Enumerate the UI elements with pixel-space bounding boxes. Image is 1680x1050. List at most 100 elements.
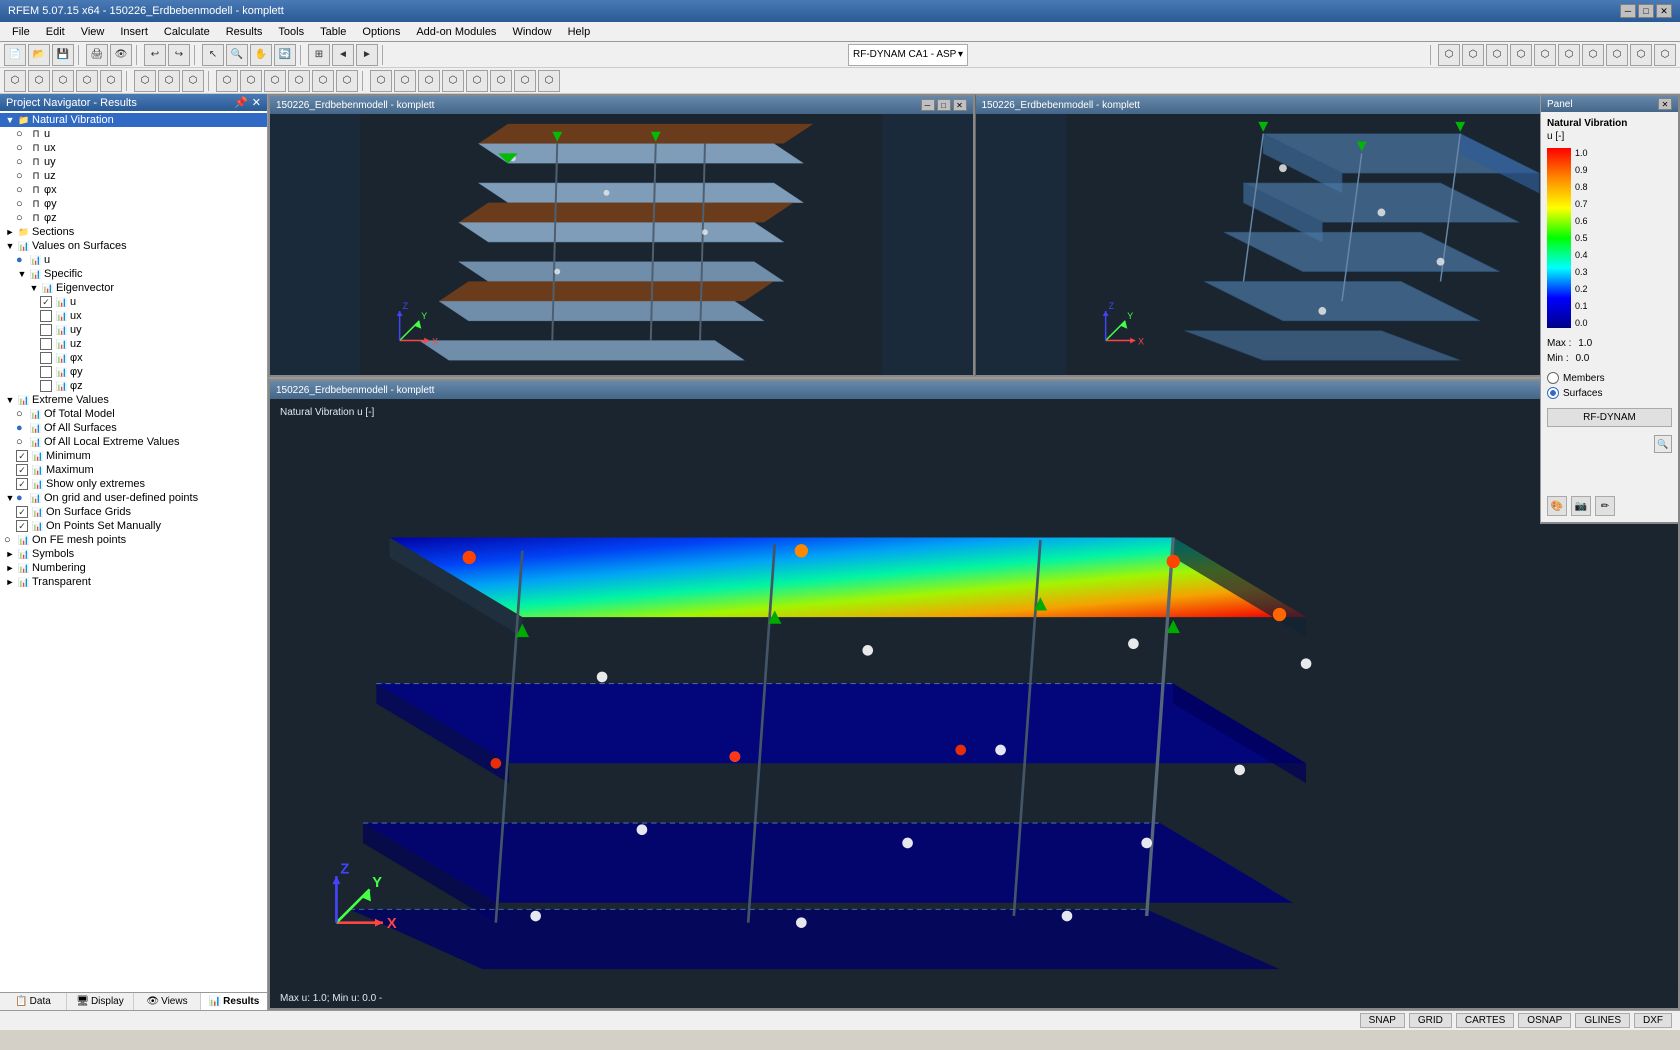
menu-edit[interactable]: Edit (38, 24, 73, 40)
tb2-b6[interactable]: ⬡ (134, 70, 156, 92)
panel-radio-surfaces[interactable]: Surfaces (1547, 387, 1672, 399)
tree-values-surfaces[interactable]: ▼ 📊 Values on Surfaces (0, 239, 267, 253)
tree-eigenvector[interactable]: ▼ 📊 Eigenvector (0, 281, 267, 295)
panel-radio-members[interactable]: Members (1547, 372, 1672, 384)
expand-transparent[interactable]: ► (4, 577, 16, 587)
viewport-bottom[interactable]: 150226_Erdbebenmodell - komplett ─ □ ✕ N… (268, 379, 1680, 1010)
cb-e-u[interactable] (40, 296, 52, 308)
panel-close-button[interactable]: ✕ (1658, 98, 1672, 110)
tb2-b22[interactable]: ⬡ (538, 70, 560, 92)
tb2-b18[interactable]: ⬡ (442, 70, 464, 92)
tb2-b7[interactable]: ⬡ (158, 70, 180, 92)
tree-transparent[interactable]: ► 📊 Transparent (0, 575, 267, 589)
minimize-button[interactable]: ─ (1620, 4, 1636, 18)
tb2-b17[interactable]: ⬡ (418, 70, 440, 92)
maximize-button[interactable]: □ (1638, 4, 1654, 18)
tb-b1[interactable]: ⬡ (1438, 44, 1460, 66)
cb-e-phiz[interactable] (40, 380, 52, 392)
tree-phix[interactable]: ○ Π φx (0, 183, 267, 197)
tb2-b19[interactable]: ⬡ (466, 70, 488, 92)
tb2-b15[interactable]: ⬡ (370, 70, 392, 92)
tb2-b20[interactable]: ⬡ (490, 70, 512, 92)
tb-b6[interactable]: ⬡ (1558, 44, 1580, 66)
tree-v-u[interactable]: ● 📊 u (0, 253, 267, 267)
tb-b3[interactable]: ⬡ (1486, 44, 1508, 66)
tb2-b10[interactable]: ⬡ (240, 70, 262, 92)
cb-e-ux[interactable] (40, 310, 52, 322)
grid-button[interactable]: GRID (1409, 1013, 1452, 1028)
tb-fit[interactable]: ⊞ (308, 44, 330, 66)
tb-redo[interactable]: ↪ (168, 44, 190, 66)
close-button[interactable]: ✕ (1656, 4, 1672, 18)
panel-camera-icon[interactable]: 📷 (1571, 496, 1591, 516)
tb-next[interactable]: ► (356, 44, 378, 66)
menu-tools[interactable]: Tools (270, 24, 312, 40)
viewport-top-left[interactable]: 150226_Erdbebenmodell - komplett ─ □ ✕ (268, 94, 975, 377)
tb-select[interactable]: ↖ (202, 44, 224, 66)
tb2-b21[interactable]: ⬡ (514, 70, 536, 92)
tb-b2[interactable]: ⬡ (1462, 44, 1484, 66)
tree-e-u[interactable]: 📊 u (0, 295, 267, 309)
snap-button[interactable]: SNAP (1360, 1013, 1405, 1028)
menu-options[interactable]: Options (354, 24, 408, 40)
nav-tab-views[interactable]: 👁 Views (134, 993, 201, 1010)
cb-extremes[interactable] (16, 478, 28, 490)
tb-new[interactable]: 📄 (4, 44, 26, 66)
tree-ux[interactable]: ○ Π ux (0, 141, 267, 155)
tb2-b2[interactable]: ⬡ (28, 70, 50, 92)
tree-surface-grids[interactable]: 📊 On Surface Grids (0, 505, 267, 519)
expand-numbering[interactable]: ► (4, 563, 16, 573)
tree-e-phix[interactable]: 📊 φx (0, 351, 267, 365)
glines-button[interactable]: GLINES (1575, 1013, 1630, 1028)
tree-all-surfaces[interactable]: ● 📊 Of All Surfaces (0, 421, 267, 435)
tree-specific[interactable]: ▼ 📊 Specific (0, 267, 267, 281)
panel-zoom-btn[interactable]: 🔍 (1654, 435, 1672, 453)
cb-surface-grids[interactable] (16, 506, 28, 518)
tree-total-model[interactable]: ○ 📊 Of Total Model (0, 407, 267, 421)
tb2-b11[interactable]: ⬡ (264, 70, 286, 92)
cb-e-uz[interactable] (40, 338, 52, 350)
tree-e-uz[interactable]: 📊 uz (0, 337, 267, 351)
tree-u[interactable]: ○ Π u (0, 127, 267, 141)
menu-file[interactable]: File (4, 24, 38, 40)
menu-help[interactable]: Help (560, 24, 599, 40)
expand-extreme[interactable]: ▼ (4, 395, 16, 405)
tree-phiy[interactable]: ○ Π φy (0, 197, 267, 211)
tb-print[interactable]: 🖨 (86, 44, 108, 66)
tb2-b16[interactable]: ⬡ (394, 70, 416, 92)
cb-e-phiy[interactable] (40, 366, 52, 378)
expand-values[interactable]: ▼ (4, 241, 16, 251)
tree-extreme[interactable]: ▼ 📊 Extreme Values (0, 393, 267, 407)
tb2-b9[interactable]: ⬡ (216, 70, 238, 92)
nav-tab-results[interactable]: 📊 Results (201, 993, 267, 1010)
tb-b10[interactable]: ⬡ (1654, 44, 1676, 66)
tree-numbering[interactable]: ► 📊 Numbering (0, 561, 267, 575)
rf-dynam-button[interactable]: RF-DYNAM (1547, 408, 1672, 427)
expand-eigenvector[interactable]: ▼ (28, 283, 40, 293)
tb-b4[interactable]: ⬡ (1510, 44, 1532, 66)
tb2-b5[interactable]: ⬡ (100, 70, 122, 92)
tb-open[interactable]: 📂 (28, 44, 50, 66)
vp-tl-max[interactable]: □ (937, 99, 951, 111)
menu-view[interactable]: View (73, 24, 113, 40)
radio-surfaces-btn[interactable] (1547, 387, 1559, 399)
tb2-b12[interactable]: ⬡ (288, 70, 310, 92)
menu-window[interactable]: Window (504, 24, 559, 40)
dxf-button[interactable]: DXF (1634, 1013, 1672, 1028)
tb-prev[interactable]: ◄ (332, 44, 354, 66)
expand-specific[interactable]: ▼ (16, 269, 28, 279)
radio-members-btn[interactable] (1547, 372, 1559, 384)
tree-e-phiy[interactable]: 📊 φy (0, 365, 267, 379)
panel-edit-icon[interactable]: ✏ (1595, 496, 1615, 516)
tree-natural-vibration[interactable]: ▼ 📁 Natural Vibration (0, 113, 267, 127)
load-case-dropdown[interactable]: RF-DYNAM CA1 - ASP ▾ (848, 44, 968, 66)
osnap-button[interactable]: OSNAP (1518, 1013, 1571, 1028)
tree-sections[interactable]: ► 📁 Sections (0, 225, 267, 239)
tree-maximum[interactable]: 📊 Maximum (0, 463, 267, 477)
tree-symbols[interactable]: ► 📊 Symbols (0, 547, 267, 561)
tree-grid-points[interactable]: ▼ ● 📊 On grid and user-defined points (0, 491, 267, 505)
cartes-button[interactable]: CARTES (1456, 1013, 1514, 1028)
tree-uz[interactable]: ○ Π uz (0, 169, 267, 183)
vp-tl-min[interactable]: ─ (921, 99, 935, 111)
tree-e-ux[interactable]: 📊 ux (0, 309, 267, 323)
